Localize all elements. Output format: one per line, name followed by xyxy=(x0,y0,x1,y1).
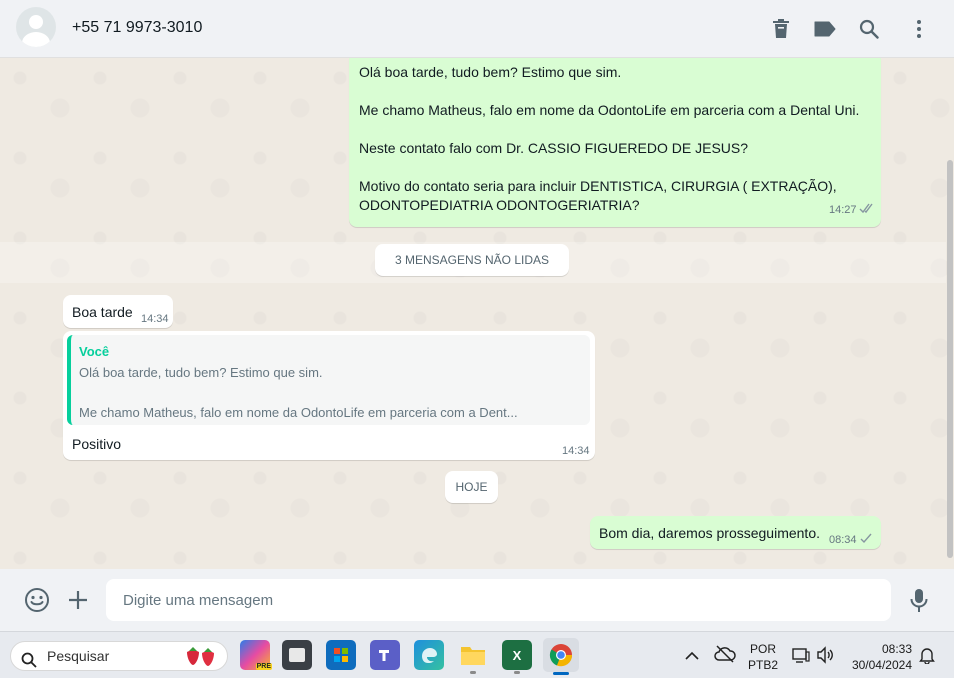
copilot-icon[interactable]: PRE xyxy=(240,640,272,670)
message-text: Bom dia, daremos prosseguimento. xyxy=(599,525,820,541)
chrome-icon[interactable] xyxy=(543,638,579,675)
clock-date: 30/04/2024 xyxy=(851,658,912,672)
chevron-up-icon[interactable] xyxy=(685,648,699,666)
message-time: 14:34 xyxy=(562,445,590,457)
menu-kebab-icon[interactable] xyxy=(907,17,931,41)
microsoft-store-icon[interactable] xyxy=(326,640,356,670)
edge-icon[interactable] xyxy=(414,640,444,670)
network-icon[interactable] xyxy=(792,646,810,669)
running-indicator xyxy=(514,671,520,674)
keyboard-layout: PTB2 xyxy=(747,658,778,672)
task-view-window xyxy=(289,648,305,662)
quote-author: Você xyxy=(79,344,110,359)
attach-plus-icon[interactable] xyxy=(67,589,89,611)
trash-icon[interactable] xyxy=(769,17,793,41)
emoji-icon[interactable] xyxy=(24,587,50,613)
running-indicator xyxy=(470,671,476,674)
message-line: Olá boa tarde, tudo bem? Estimo que sim. xyxy=(359,64,622,80)
active-indicator xyxy=(553,672,569,675)
message-line: Motivo do contato seria para incluir DEN… xyxy=(359,178,837,194)
message-line: Me chamo Matheus, falo em nome da Odonto… xyxy=(359,102,860,118)
unread-messages-badge: 3 MENSAGENS NÃO LIDAS xyxy=(375,244,569,276)
outgoing-message[interactable]: Olá boa tarde, tudo bem? Estimo que sim.… xyxy=(349,58,881,227)
message-time: 14:34 xyxy=(141,313,169,325)
message-line: Neste contato falo com Dr. CASSIO FIGUER… xyxy=(359,140,749,156)
message-time: 14:27 xyxy=(829,204,857,216)
contact-avatar[interactable] xyxy=(16,7,56,47)
search-label: Pesquisar xyxy=(47,648,110,664)
strawberry-icon xyxy=(183,644,219,677)
message-text: Boa tarde xyxy=(72,304,133,320)
volume-icon[interactable] xyxy=(816,646,834,669)
avatar-body-shape xyxy=(22,32,50,47)
language-code: POR xyxy=(749,642,776,656)
taskbar-search[interactable]: Pesquisar xyxy=(10,641,228,671)
file-explorer-icon[interactable] xyxy=(458,640,488,674)
incoming-message[interactable]: Boa tarde 14:34 xyxy=(63,295,173,328)
message-time: 08:34 xyxy=(829,534,857,546)
message-text-block: Olá boa tarde, tudo bem? Estimo que sim.… xyxy=(359,63,859,215)
copilot-badge: PRE xyxy=(255,663,272,670)
message-line: ODONTOPEDIATRIA ODONTOGERIATRIA? xyxy=(359,197,640,213)
input-language-indicator[interactable]: POR PTB2 xyxy=(745,641,781,673)
windows-taskbar: Pesquisar PRE X POR PTB2 08:33 30/04/202… xyxy=(0,631,954,678)
message-text: Positivo xyxy=(72,436,122,452)
task-view-icon[interactable] xyxy=(282,640,312,670)
message-composer xyxy=(0,569,954,631)
teams-icon[interactable] xyxy=(370,640,400,670)
excel-icon[interactable]: X xyxy=(502,640,532,674)
system-clock[interactable]: 08:33 30/04/2024 xyxy=(846,641,916,673)
quote-line: Me chamo Matheus, falo em nome da Odonto… xyxy=(79,405,518,420)
message-input[interactable] xyxy=(106,579,891,621)
date-separator: HOJE xyxy=(445,471,498,503)
read-ticks-icon xyxy=(859,203,875,217)
outgoing-message[interactable]: Bom dia, daremos prosseguimento. 08:34 xyxy=(590,516,881,549)
quoted-message[interactable]: Você Olá boa tarde, tudo bem? Estimo que… xyxy=(67,335,590,425)
chat-panel: Olá boa tarde, tudo bem? Estimo que sim.… xyxy=(0,58,954,569)
search-icon xyxy=(21,649,37,677)
label-icon[interactable] xyxy=(813,17,837,41)
search-icon[interactable] xyxy=(857,17,881,41)
incoming-reply-message[interactable]: Você Olá boa tarde, tudo bem? Estimo que… xyxy=(63,331,595,460)
sent-tick-icon xyxy=(860,533,872,547)
chat-header: +55 71 9973-3010 xyxy=(0,0,954,58)
cloud-offline-icon[interactable] xyxy=(714,645,736,668)
contact-name[interactable]: +55 71 9973-3010 xyxy=(72,19,202,37)
microphone-icon[interactable] xyxy=(909,588,929,614)
quote-line: Olá boa tarde, tudo bem? Estimo que sim. xyxy=(79,365,323,380)
chat-scrollbar[interactable] xyxy=(947,160,953,558)
clock-time: 08:33 xyxy=(881,642,912,656)
notification-bell-icon[interactable] xyxy=(919,646,935,669)
avatar-head-shape xyxy=(29,15,43,29)
